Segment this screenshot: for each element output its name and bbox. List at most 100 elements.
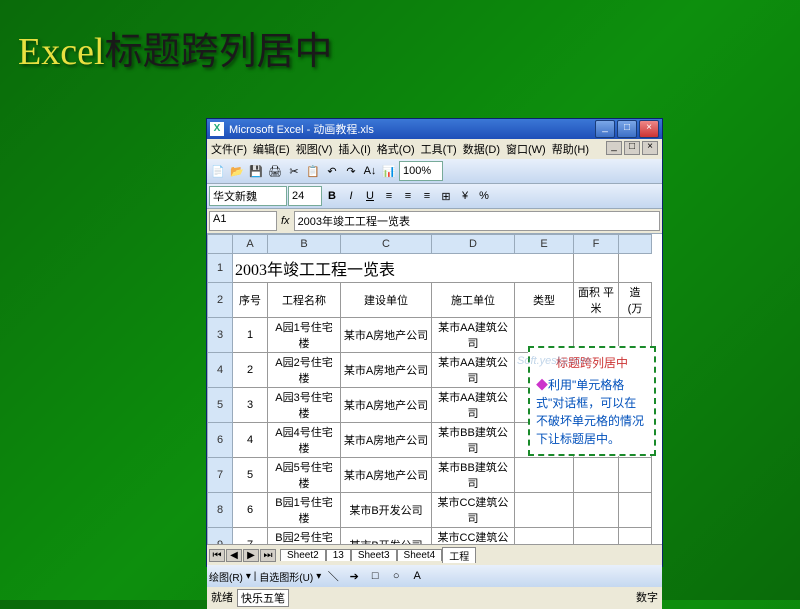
cell[interactable]: 1 <box>233 318 268 353</box>
col-header[interactable]: B <box>268 235 341 254</box>
cell[interactable]: 某市B开发公司 <box>341 493 432 528</box>
cell[interactable]: 某市A房地产公司 <box>341 353 432 388</box>
menu-tools[interactable]: 工具(T) <box>421 141 457 157</box>
oval-icon[interactable]: ○ <box>387 567 405 585</box>
cell[interactable]: 某市CC建筑公司 <box>432 528 515 545</box>
cell[interactable]: 某市A房地产公司 <box>341 388 432 423</box>
cell[interactable] <box>619 528 652 545</box>
row-header[interactable]: 4 <box>208 353 233 388</box>
cell[interactable]: 某市BB建筑公司 <box>432 458 515 493</box>
cell[interactable] <box>515 458 574 493</box>
cell[interactable]: B园1号住宅楼 <box>268 493 341 528</box>
menu-data[interactable]: 数据(D) <box>463 141 500 157</box>
cell[interactable]: A园2号住宅楼 <box>268 353 341 388</box>
ime-indicator[interactable]: 快乐五笔 <box>237 589 289 607</box>
title-cell[interactable]: 2003年竣工工程一览表 <box>233 254 574 283</box>
formula-input[interactable]: 2003年竣工工程一览表 <box>294 211 660 231</box>
underline-icon[interactable]: U <box>361 187 379 205</box>
minimize-button[interactable]: _ <box>595 120 615 138</box>
sort-asc-icon[interactable]: A↓ <box>361 162 379 180</box>
select-all[interactable] <box>208 235 233 254</box>
redo-icon[interactable]: ↷ <box>342 162 360 180</box>
cell[interactable]: 建设单位 <box>341 283 432 318</box>
chart-icon[interactable]: 📊 <box>380 162 398 180</box>
cell[interactable] <box>574 254 619 283</box>
tab-last-icon[interactable]: ⏭ <box>260 549 276 562</box>
align-left-icon[interactable]: ≡ <box>380 187 398 205</box>
cell[interactable]: A园3号住宅楼 <box>268 388 341 423</box>
col-header[interactable]: E <box>515 235 574 254</box>
cell[interactable]: 工程名称 <box>268 283 341 318</box>
cell[interactable]: 某市BB建筑公司 <box>432 423 515 458</box>
new-icon[interactable]: 📄 <box>209 162 227 180</box>
textbox-icon[interactable]: A <box>408 567 426 585</box>
menu-file[interactable]: 文件(F) <box>211 141 247 157</box>
cell[interactable] <box>515 528 574 545</box>
arrow-icon[interactable]: ➔ <box>345 567 363 585</box>
cell[interactable]: 施工单位 <box>432 283 515 318</box>
menu-view[interactable]: 视图(V) <box>296 141 333 157</box>
bold-icon[interactable]: B <box>323 187 341 205</box>
cell[interactable]: B园2号住宅楼 <box>268 528 341 545</box>
cell[interactable]: 某市A房地产公司 <box>341 458 432 493</box>
row-header[interactable]: 9 <box>208 528 233 545</box>
maximize-button[interactable]: □ <box>617 120 637 138</box>
cell[interactable]: 序号 <box>233 283 268 318</box>
cell[interactable]: 某市A房地产公司 <box>341 318 432 353</box>
undo-icon[interactable]: ↶ <box>323 162 341 180</box>
cell[interactable]: A园4号住宅楼 <box>268 423 341 458</box>
cell[interactable]: 面积 平米 <box>574 283 619 318</box>
cell[interactable]: 2 <box>233 353 268 388</box>
cell[interactable] <box>574 458 619 493</box>
tab-first-icon[interactable]: ⏮ <box>209 549 225 562</box>
cell[interactable]: 3 <box>233 388 268 423</box>
cell[interactable] <box>619 458 652 493</box>
menu-format[interactable]: 格式(O) <box>377 141 415 157</box>
cell[interactable]: A园5号住宅楼 <box>268 458 341 493</box>
cell[interactable]: A园1号住宅楼 <box>268 318 341 353</box>
line-icon[interactable]: ＼ <box>324 567 342 585</box>
align-right-icon[interactable]: ≡ <box>418 187 436 205</box>
tab-next-icon[interactable]: ▶ <box>243 549 259 562</box>
cell[interactable]: 某市A房地产公司 <box>341 423 432 458</box>
tab-prev-icon[interactable]: ◀ <box>226 549 242 562</box>
mdi-restore[interactable]: □ <box>624 141 640 155</box>
menu-window[interactable]: 窗口(W) <box>506 141 546 157</box>
cell[interactable] <box>574 528 619 545</box>
col-header[interactable]: A <box>233 235 268 254</box>
mdi-minimize[interactable]: _ <box>606 141 622 155</box>
zoom-box[interactable]: 100% <box>399 161 443 181</box>
sheet-tab[interactable]: 工程 <box>442 547 476 563</box>
cell[interactable]: 5 <box>233 458 268 493</box>
row-header[interactable]: 6 <box>208 423 233 458</box>
save-icon[interactable]: 💾 <box>247 162 265 180</box>
open-icon[interactable]: 📂 <box>228 162 246 180</box>
row-header[interactable]: 1 <box>208 254 233 283</box>
cell[interactable]: 6 <box>233 493 268 528</box>
percent-icon[interactable]: % <box>475 187 493 205</box>
cell[interactable]: 7 <box>233 528 268 545</box>
sheet-tab[interactable]: 13 <box>326 549 351 561</box>
cell[interactable]: 造 (万 <box>619 283 652 318</box>
autoshape-menu[interactable]: 自选图形(U) <box>259 569 313 584</box>
align-center-icon[interactable]: ≡ <box>399 187 417 205</box>
sheet-tab[interactable]: Sheet2 <box>280 549 326 561</box>
col-header[interactable]: D <box>432 235 515 254</box>
sheet-tab[interactable]: Sheet4 <box>397 549 443 561</box>
col-header[interactable]: C <box>341 235 432 254</box>
italic-icon[interactable]: I <box>342 187 360 205</box>
cell[interactable] <box>619 493 652 528</box>
spreadsheet-grid[interactable]: A B C D E F 1 2003年竣工工程一览表 2 序号 工程名称 建设单… <box>207 234 662 544</box>
row-header[interactable]: 5 <box>208 388 233 423</box>
drawing-menu[interactable]: 绘图(R) <box>209 569 243 584</box>
row-header[interactable]: 7 <box>208 458 233 493</box>
row-header[interactable]: 3 <box>208 318 233 353</box>
cell[interactable]: 某市AA建筑公司 <box>432 318 515 353</box>
menu-help[interactable]: 帮助(H) <box>552 141 589 157</box>
row-header[interactable]: 2 <box>208 283 233 318</box>
cell[interactable]: 某市AA建筑公司 <box>432 388 515 423</box>
menu-edit[interactable]: 编辑(E) <box>253 141 290 157</box>
cell[interactable] <box>515 493 574 528</box>
titlebar[interactable]: X Microsoft Excel - 动画教程.xls _ □ × <box>207 119 662 139</box>
cut-icon[interactable]: ✂ <box>285 162 303 180</box>
